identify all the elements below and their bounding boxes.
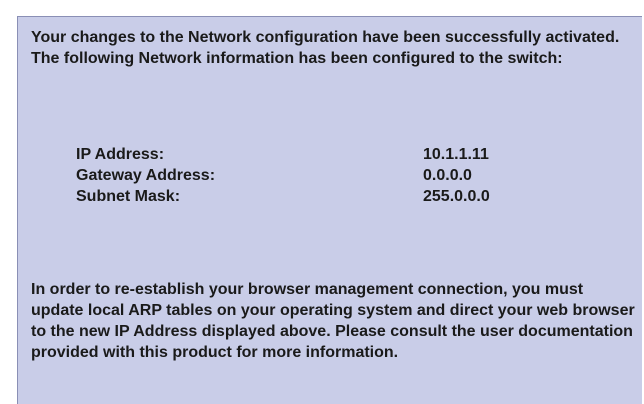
ip-address-row: IP Address: 10.1.1.11	[76, 144, 490, 165]
ip-address-label: IP Address:	[76, 146, 165, 163]
gateway-address-row: Gateway Address: 0.0.0.0	[76, 165, 490, 186]
subnet-mask-label: Subnet Mask:	[76, 188, 181, 205]
intro-message: Your changes to the Network configuratio…	[31, 29, 620, 67]
network-info-table: IP Address: 10.1.1.11 Gateway Address: 0…	[76, 144, 490, 207]
outro-message: In order to re-establish your browser ma…	[31, 281, 635, 361]
gateway-address-value: 0.0.0.0	[423, 167, 472, 184]
confirmation-panel: Your changes to the Network configuratio…	[17, 16, 642, 404]
gateway-address-label: Gateway Address:	[76, 167, 216, 184]
subnet-mask-value: 255.0.0.0	[423, 188, 490, 205]
subnet-mask-row: Subnet Mask: 255.0.0.0	[76, 186, 490, 207]
ip-address-value: 10.1.1.11	[423, 146, 489, 163]
